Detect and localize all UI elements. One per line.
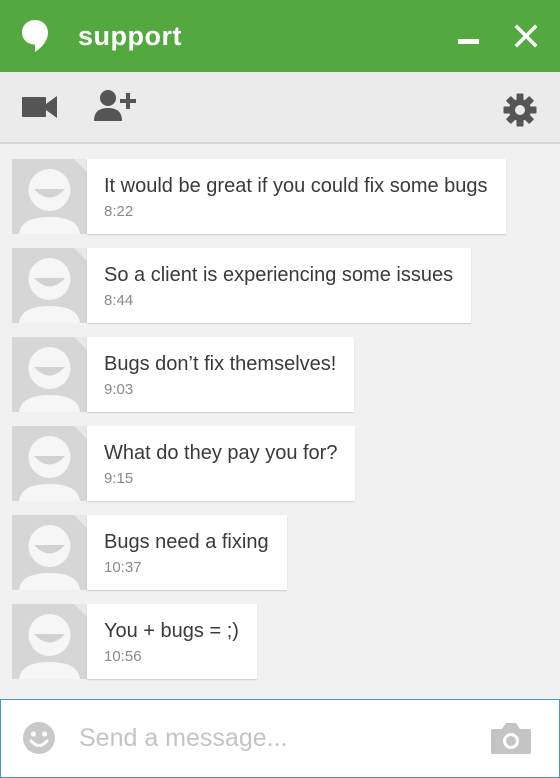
avatar (12, 515, 87, 590)
message-composer (0, 699, 560, 778)
default-avatar-icon (12, 515, 87, 590)
message-input[interactable] (79, 718, 469, 758)
message-time: 8:22 (104, 203, 134, 220)
message-bubble: Bugs need a fixing 10:37 (87, 515, 287, 590)
settings-icon[interactable] (502, 92, 538, 128)
default-avatar-icon (12, 159, 87, 234)
avatar (12, 248, 87, 323)
default-avatar-icon (12, 248, 87, 323)
avatar (12, 426, 87, 501)
close-icon[interactable] (512, 22, 540, 50)
window-title: support (78, 21, 182, 51)
toolbar (0, 72, 560, 144)
video-call-icon[interactable] (21, 94, 59, 120)
emoji-icon[interactable] (22, 721, 56, 755)
message-text: It would be great if you could fix some … (104, 175, 488, 197)
avatar (12, 604, 87, 679)
message-bubble: What do they pay you for? 9:15 (87, 426, 356, 501)
message-time: 10:37 (104, 559, 142, 576)
message-bubble: So a client is experiencing some issues … (87, 248, 472, 323)
message-item: Bugs need a fixing 10:37 (12, 515, 552, 590)
default-avatar-icon (12, 337, 87, 412)
message-item: Bugs don’t fix themselves! 9:03 (12, 337, 552, 412)
message-text: So a client is experiencing some issues (104, 264, 454, 286)
message-time: 9:15 (104, 470, 134, 487)
message-time: 9:03 (104, 381, 134, 398)
message-text: Bugs need a fixing (104, 531, 269, 553)
message-bubble: Bugs don’t fix themselves! 9:03 (87, 337, 355, 412)
title-bar: support (0, 0, 560, 72)
message-time: 10:56 (104, 648, 142, 665)
default-avatar-icon (12, 426, 87, 501)
message-item: It would be great if you could fix some … (12, 159, 552, 234)
message-bubble: You + bugs = ;) 10:56 (87, 604, 257, 679)
message-text: What do they pay you for? (104, 442, 338, 464)
default-avatar-icon (12, 604, 87, 679)
message-item: So a client is experiencing some issues … (12, 248, 552, 323)
hangouts-logo-icon (22, 20, 48, 52)
add-person-icon[interactable] (93, 88, 139, 124)
message-text: You + bugs = ;) (104, 620, 239, 642)
message-text: Bugs don’t fix themselves! (104, 353, 337, 375)
message-time: 8:44 (104, 292, 134, 309)
avatar (12, 159, 87, 234)
camera-icon[interactable] (490, 720, 532, 756)
message-bubble: It would be great if you could fix some … (87, 159, 506, 234)
message-list: It would be great if you could fix some … (12, 159, 552, 693)
message-item: What do they pay you for? 9:15 (12, 426, 552, 501)
message-item: You + bugs = ;) 10:56 (12, 604, 552, 679)
avatar (12, 337, 87, 412)
minimize-icon[interactable] (455, 22, 483, 50)
